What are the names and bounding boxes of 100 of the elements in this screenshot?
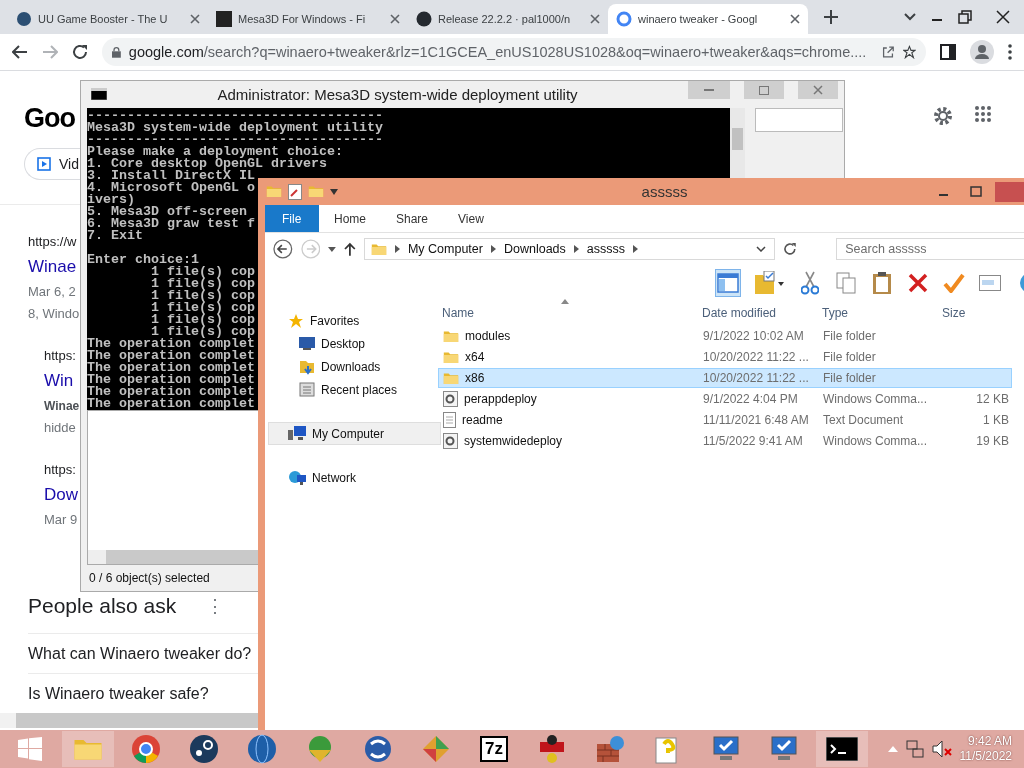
chevron-down-icon[interactable] xyxy=(755,246,766,252)
address-field[interactable]: My Computer Downloads asssss xyxy=(363,238,775,260)
ribbon-tab[interactable]: Home xyxy=(319,205,381,232)
menu-icon[interactable] xyxy=(1008,44,1012,60)
network-icon xyxy=(288,469,306,486)
star-icon[interactable] xyxy=(903,44,916,60)
new-tab-icon[interactable] xyxy=(824,10,838,24)
result-snippet: Mar 9 xyxy=(44,511,78,529)
column-header[interactable]: Size xyxy=(938,306,1012,320)
result-snippet: Winae xyxy=(44,398,80,415)
minimize-icon xyxy=(704,89,714,91)
table-cell-text: File folder xyxy=(822,350,877,364)
dropdown-icon[interactable] xyxy=(328,246,337,252)
script-icon xyxy=(443,433,458,449)
nav-item[interactable]: Desktop xyxy=(268,332,433,355)
nav-item[interactable]: Favorites xyxy=(268,309,441,332)
share-icon[interactable] xyxy=(882,44,896,60)
tab-title: UU Game Booster - The U xyxy=(38,13,169,25)
nav-item[interactable]: Recent places xyxy=(268,378,433,401)
result-snippet: hidde xyxy=(44,419,76,437)
restore-icon[interactable] xyxy=(958,10,972,24)
ribbon-tab[interactable]: View xyxy=(443,205,502,232)
browser-tab[interactable]: UU Game Booster - The U xyxy=(8,4,208,34)
reload-icon[interactable] xyxy=(72,44,88,60)
browser-tab[interactable]: winaero tweaker - Googl xyxy=(608,4,808,34)
folder-icon xyxy=(443,329,459,343)
preview-pane-button[interactable] xyxy=(715,269,741,297)
result-link[interactable]: Dow xyxy=(44,481,78,509)
steam-icon xyxy=(189,734,219,764)
folder-icon xyxy=(443,371,459,385)
folder-icon xyxy=(370,242,387,256)
browser-tab[interactable]: Release 22.2.2 · pal1000/n xyxy=(408,4,608,34)
breadcrumb-item[interactable]: Downloads xyxy=(503,242,566,256)
file-name: modules xyxy=(465,329,511,343)
settings-icon[interactable] xyxy=(932,105,954,127)
maximize-button[interactable] xyxy=(744,81,784,99)
search-field[interactable]: Search asssss xyxy=(836,238,1024,260)
lock-icon xyxy=(112,45,121,59)
taskbar-app[interactable] xyxy=(816,731,868,767)
url-text: google.com/search?q=winaero+tweaker&rlz=1C1GCEA_enUS1028US1028&oq=winaero+tweaker&aqs=chrome.... xyxy=(128,44,867,60)
ribbon-tab[interactable]: File xyxy=(265,205,319,232)
address-field[interactable]: google.com/search?q=winaero+tweaker&rlz=1C1GCEA_enUS1028US1028&oq=winaero+tweaker&aqs=chrome.... xyxy=(102,38,926,66)
copy-icon xyxy=(836,272,856,294)
scrollbar[interactable] xyxy=(730,107,745,178)
chevron-right-icon xyxy=(394,245,400,253)
table-cell-text: File folder xyxy=(822,329,877,343)
download-folder-icon xyxy=(299,358,315,375)
tab-title: winaero tweaker - Googl xyxy=(638,13,759,25)
browser-tab[interactable]: Mesa3D For Windows - Fi xyxy=(208,4,408,34)
up-icon[interactable] xyxy=(344,242,356,256)
column-header[interactable]: Type xyxy=(818,306,938,320)
refresh-icon[interactable] xyxy=(782,242,797,256)
tab-favicon xyxy=(216,11,232,27)
muted-volume-icon[interactable] xyxy=(931,740,952,758)
column-header[interactable]: Name xyxy=(438,306,698,320)
chevron-right-icon xyxy=(573,245,579,253)
back-icon[interactable] xyxy=(12,45,28,59)
breadcrumb-item[interactable]: My Computer xyxy=(407,242,483,256)
table-cell-text: 19 KB xyxy=(975,434,1010,448)
table-cell-text: 1 KB xyxy=(982,413,1010,427)
nav-item[interactable]: My Computer xyxy=(268,422,441,445)
properties-icon[interactable] xyxy=(288,183,302,200)
window-title: asssss xyxy=(640,183,689,200)
file-row[interactable]: systemwidedeploy 11/5/2022 9:41 AM Windows Comma... 19 KB xyxy=(438,431,1012,451)
console-icon xyxy=(91,88,107,101)
close-icon[interactable] xyxy=(790,14,800,24)
apps-grid-icon[interactable] xyxy=(974,105,992,123)
avatar-icon[interactable] xyxy=(970,40,994,64)
tab-title: Mesa3D For Windows - Fi xyxy=(238,13,367,25)
check-icon xyxy=(943,273,965,293)
chevron-down-icon[interactable] xyxy=(904,13,916,21)
back-icon[interactable] xyxy=(273,239,293,259)
scrollbar[interactable] xyxy=(0,713,258,728)
breadcrumb-item[interactable]: asssss xyxy=(586,242,625,256)
dropdown-icon[interactable] xyxy=(330,188,338,195)
file-name: perappdeploy xyxy=(464,392,537,406)
network-icon[interactable] xyxy=(905,740,924,758)
file-row[interactable]: x86 10/20/2022 11:22 ... File folder xyxy=(438,368,1012,388)
file-row[interactable]: readme 11/11/2021 6:48 AM Text Document 1 KB xyxy=(438,410,1012,430)
nav-item[interactable]: Network xyxy=(268,466,441,489)
swirl-icon xyxy=(363,734,393,764)
result-link[interactable]: Winae xyxy=(28,253,77,281)
result-url: https: xyxy=(44,347,76,365)
ribbon-tab[interactable]: Share xyxy=(381,205,444,232)
maximize-icon xyxy=(759,85,769,95)
scissors-icon xyxy=(801,271,819,295)
result-snippet: 8, Windo xyxy=(28,305,80,323)
nav-item[interactable]: Downloads xyxy=(268,355,433,378)
close-button[interactable] xyxy=(798,81,838,99)
monitor-icon xyxy=(769,735,799,763)
new-folder-icon xyxy=(308,185,324,198)
archive-logo: 7z xyxy=(480,736,508,762)
windows-icon xyxy=(18,737,42,761)
result-link[interactable]: Win xyxy=(44,367,74,395)
firewall-icon xyxy=(595,734,625,764)
taskbar-app[interactable]: 7z xyxy=(468,731,520,767)
minimize-button[interactable] xyxy=(688,81,730,99)
computer-icon xyxy=(288,426,306,441)
more-options-icon[interactable]: ⋮ xyxy=(206,595,225,617)
side-panel-icon[interactable] xyxy=(940,44,956,60)
